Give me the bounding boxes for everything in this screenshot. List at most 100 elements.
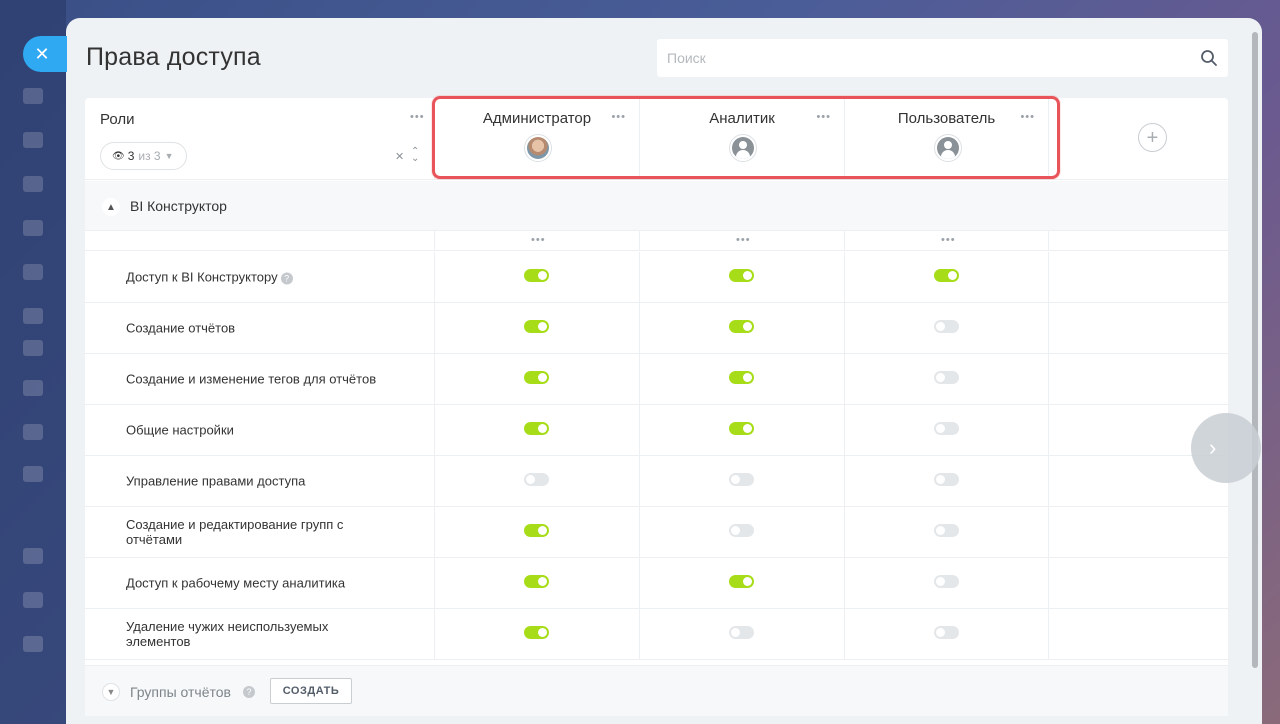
permission-toggle[interactable] [934, 524, 959, 537]
background-icon [23, 220, 43, 236]
chevron-right-icon: › [1209, 435, 1217, 460]
permission-cell [434, 354, 639, 404]
permission-toggle[interactable] [729, 626, 754, 639]
background-icon [23, 466, 43, 482]
search-input[interactable]: Поиск [657, 39, 1228, 77]
permission-label: Создание и редактирование групп с отчёта… [126, 517, 386, 547]
table-row: Доступ к BI Конструктору? [85, 252, 1228, 303]
roles-filter-chip[interactable]: 👁 3 из 3 ▼ [100, 142, 187, 170]
table-row: Создание отчётов [85, 303, 1228, 354]
avatar[interactable] [934, 134, 962, 162]
permission-label-text: Удаление чужих неиспользуемых элементов [126, 619, 329, 649]
permission-cell [434, 558, 639, 608]
permission-toggle[interactable] [934, 320, 959, 333]
permission-label: Создание отчётов [126, 321, 386, 336]
permission-toggle[interactable] [524, 371, 549, 384]
permission-toggle[interactable] [934, 626, 959, 639]
permission-toggle[interactable] [729, 320, 754, 333]
permission-label-text: Создание и изменение тегов для отчётов [126, 371, 377, 387]
permission-cell [434, 507, 639, 557]
permission-toggle[interactable] [729, 575, 754, 588]
permissions-list: Доступ к BI Конструктору? Создание отчёто… [85, 252, 1228, 660]
role-menu-icon[interactable]: ••• [611, 112, 626, 123]
search-icon[interactable] [1200, 49, 1218, 67]
permission-toggle[interactable] [729, 422, 754, 435]
role-menu-icon[interactable]: ••• [816, 112, 831, 123]
plus-icon: + [1146, 126, 1159, 149]
chevron-up-icon[interactable]: ▲ [102, 198, 120, 216]
scrollbar[interactable] [1252, 32, 1258, 668]
permission-label-text: Создание и редактирование групп с отчёта… [126, 517, 344, 547]
permission-label: Доступ к рабочему месту аналитика [126, 576, 386, 591]
permission-label: Доступ к BI Конструктору? [126, 270, 386, 285]
permission-toggle[interactable] [934, 473, 959, 486]
avatar[interactable] [524, 134, 552, 162]
section-title: Группы отчётов [130, 684, 231, 700]
user-photo [527, 137, 549, 159]
permission-cell [434, 405, 639, 455]
role-name[interactable]: Пользователь [845, 110, 1048, 127]
background-icon [23, 340, 43, 356]
permission-cell [639, 507, 844, 557]
roles-label: Роли [100, 111, 135, 128]
column-actions: ••• [434, 231, 639, 251]
chevron-down-icon[interactable]: ▼ [102, 683, 120, 701]
sort-icon[interactable]: ⌃ ⌄ [411, 147, 419, 164]
search-placeholder: Поиск [667, 50, 706, 66]
permission-toggle[interactable] [524, 422, 549, 435]
user-placeholder-icon [937, 137, 959, 159]
user-placeholder-icon [732, 137, 754, 159]
permission-cell [844, 507, 1049, 557]
permission-toggle[interactable] [524, 626, 549, 639]
report-groups-section: ▼ Группы отчётов ? СОЗДАТЬ [85, 665, 1228, 716]
roles-menu-icon[interactable]: ••• [410, 112, 425, 123]
permissions-table: Роли ••• 👁 3 из 3 ▼ ✕ ⌃ ⌄ Администратор •… [85, 98, 1228, 716]
permission-toggle[interactable] [934, 575, 959, 588]
role-column-admin: Администратор ••• [434, 98, 639, 180]
column-menu-icon[interactable]: ••• [531, 235, 546, 246]
column-menu-icon[interactable]: ••• [736, 235, 751, 246]
permission-label: Удаление чужих неиспользуемых элементов [126, 619, 386, 649]
permission-toggle[interactable] [934, 422, 959, 435]
role-name[interactable]: Аналитик [640, 110, 844, 127]
add-role-button[interactable]: + [1138, 123, 1167, 152]
permission-cell [844, 405, 1049, 455]
permission-toggle[interactable] [729, 269, 754, 282]
permission-cell [434, 609, 639, 659]
help-icon[interactable]: ? [280, 272, 293, 285]
create-button[interactable]: СОЗДАТЬ [270, 678, 352, 704]
permission-toggle[interactable] [524, 269, 549, 282]
permission-label-text: Общие настройки [126, 422, 234, 438]
permission-toggle[interactable] [524, 320, 549, 333]
background-icon [23, 132, 43, 148]
role-name[interactable]: Администратор [435, 110, 639, 127]
role-menu-icon[interactable]: ••• [1020, 112, 1035, 123]
avatar[interactable] [729, 134, 757, 162]
background-icon [23, 380, 43, 396]
background-icon [23, 424, 43, 440]
collapse-icon[interactable]: ✕ [395, 150, 404, 163]
column-menu-icon[interactable]: ••• [941, 235, 956, 246]
permission-toggle[interactable] [729, 524, 754, 537]
background-icon [23, 548, 43, 564]
permission-toggle[interactable] [524, 524, 549, 537]
permission-cell [639, 558, 844, 608]
permission-toggle[interactable] [524, 473, 549, 486]
permission-toggle[interactable] [934, 269, 959, 282]
permission-toggle[interactable] [729, 473, 754, 486]
permission-toggle[interactable] [524, 575, 549, 588]
table-header: Роли ••• 👁 3 из 3 ▼ ✕ ⌃ ⌄ Администратор •… [85, 98, 1228, 180]
permission-cell [434, 303, 639, 353]
close-button[interactable]: ✕ [23, 36, 67, 72]
next-page-button[interactable]: › [1191, 413, 1261, 483]
role-column-user: Пользователь ••• [844, 98, 1049, 180]
permission-toggle[interactable] [729, 371, 754, 384]
permission-cell [844, 456, 1049, 506]
help-icon[interactable]: ? [243, 686, 255, 698]
permission-toggle[interactable] [934, 371, 959, 384]
role-column-analyst: Аналитик ••• [639, 98, 844, 180]
column-actions: ••• [639, 231, 844, 251]
chevron-down-icon: ▼ [164, 151, 174, 161]
permission-cell [844, 609, 1049, 659]
table-row: Управление правами доступа [85, 456, 1228, 507]
